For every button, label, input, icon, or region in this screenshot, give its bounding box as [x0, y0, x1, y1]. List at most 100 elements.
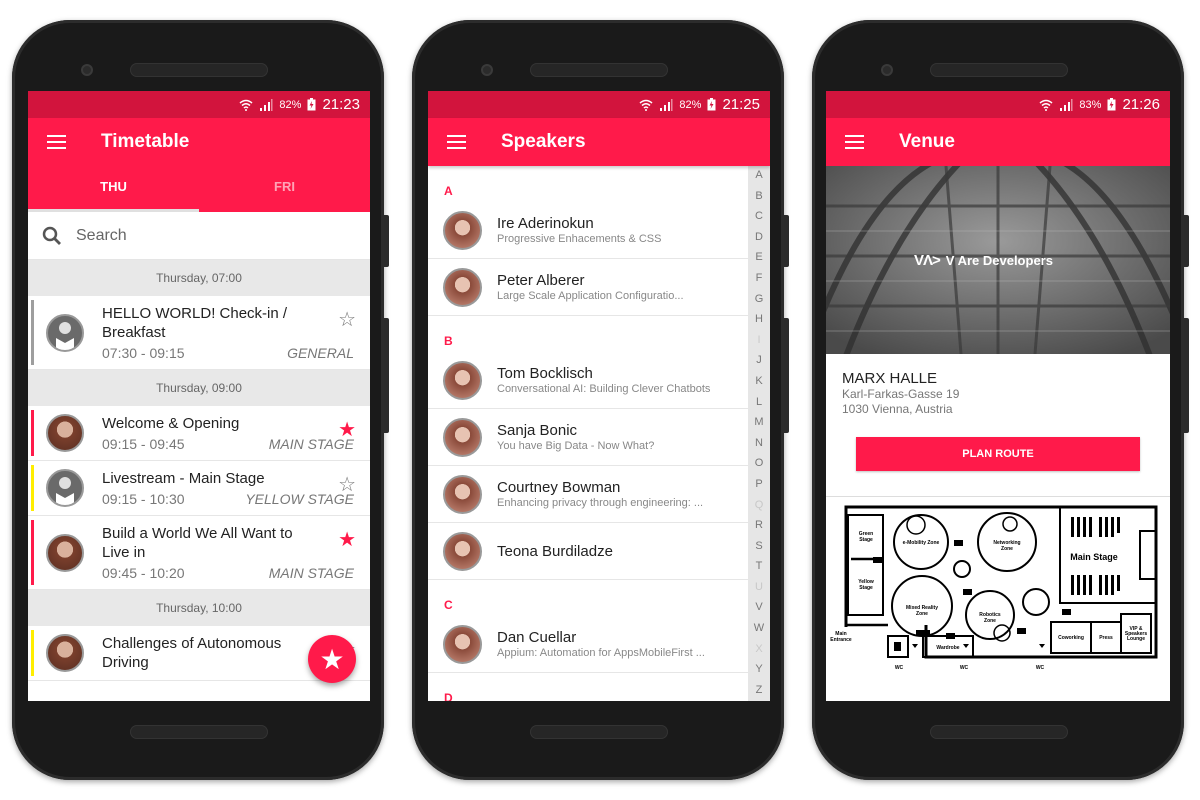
- index-letter[interactable]: H: [755, 313, 763, 325]
- speaker-avatar: [46, 414, 84, 452]
- volume-button: [1184, 318, 1189, 433]
- session-title: Livestream - Main Stage: [102, 470, 265, 487]
- svg-text:Wardrobe: Wardrobe: [936, 645, 959, 651]
- power-button: [384, 215, 389, 267]
- earpiece-speaker: [130, 63, 268, 77]
- speaker-name: Peter Alberer: [497, 272, 585, 289]
- phone-timetable: 82% 21:23 Timetable THU FRI Thursday, 07…: [12, 20, 389, 780]
- speaker-item[interactable]: Dan Cuellar Appium: Automation for AppsM…: [428, 616, 748, 673]
- svg-text:Lounge: Lounge: [1127, 636, 1145, 642]
- search-input[interactable]: [76, 226, 326, 245]
- speaker-item[interactable]: Courtney Bowman Enhancing privacy throug…: [428, 466, 748, 523]
- tab-thu[interactable]: THU: [28, 166, 199, 212]
- venue-city: 1030 Vienna, Austria: [842, 402, 953, 416]
- alphabet-index[interactable]: ABCDEFGHIJKLMNOPQRSTUVWXYZ: [748, 166, 770, 701]
- index-letter[interactable]: V: [755, 601, 762, 613]
- event-logo: VΛ> V Are Developers: [914, 252, 1053, 269]
- index-letter[interactable]: E: [755, 251, 762, 263]
- section-header: Thursday, 09:00: [28, 370, 370, 406]
- status-bar: 82% 21:23: [28, 91, 370, 118]
- session-item[interactable]: HELLO WORLD! Check-in / Breakfast 07:30 …: [28, 296, 370, 370]
- app-bar: Speakers: [428, 118, 770, 166]
- speaker-avatar: [443, 267, 482, 307]
- star-outline-icon[interactable]: ☆: [338, 475, 356, 495]
- avatar-placeholder: [46, 313, 84, 352]
- star-filled-icon[interactable]: ★: [338, 420, 356, 440]
- speaker-item[interactable]: Teona Burdiladze: [428, 523, 748, 580]
- svg-text:Stage: Stage: [859, 585, 873, 591]
- index-letter[interactable]: A: [755, 169, 762, 181]
- star-filled-icon[interactable]: ★: [338, 530, 356, 550]
- talk-title: Progressive Enhacements & CSS: [497, 233, 662, 245]
- talk-title: Enhancing privacy through engineering: .…: [497, 497, 704, 509]
- venue-hero-image: VΛ> V Are Developers: [826, 166, 1170, 354]
- wifi-icon: [639, 99, 653, 111]
- session-stage: MAIN STAGE: [268, 565, 354, 581]
- track-color-bar: [31, 410, 34, 456]
- clock: 21:25: [722, 96, 760, 113]
- venue-info: MARX HALLE Karl-Farkas-Gasse 19 1030 Vie…: [826, 354, 1170, 417]
- index-letter: U: [755, 580, 763, 593]
- favorites-fab[interactable]: ★: [308, 635, 356, 683]
- index-letter[interactable]: T: [756, 560, 763, 572]
- venue-name: MARX HALLE: [842, 370, 938, 387]
- page-title: Venue: [899, 131, 955, 152]
- star-outline-icon[interactable]: ☆: [338, 310, 356, 330]
- speaker-item[interactable]: Ire Aderinokun Progressive Enhacements &…: [428, 202, 748, 259]
- index-letter[interactable]: K: [755, 375, 762, 387]
- plan-route-button[interactable]: PLAN ROUTE: [856, 437, 1140, 471]
- index-letter[interactable]: Y: [755, 663, 762, 675]
- speaker-avatar: [443, 624, 482, 664]
- index-letter[interactable]: R: [755, 519, 763, 531]
- page-title: Timetable: [101, 131, 190, 152]
- index-letter[interactable]: W: [754, 622, 764, 634]
- index-letter[interactable]: L: [756, 396, 762, 408]
- svg-text:Zone: Zone: [916, 611, 928, 617]
- index-letter[interactable]: C: [755, 210, 763, 222]
- index-letter: X: [755, 642, 763, 655]
- front-camera: [881, 64, 893, 76]
- index-letter[interactable]: M: [754, 416, 763, 428]
- speaker-avatar: [46, 533, 84, 572]
- index-letter[interactable]: N: [755, 437, 763, 449]
- speaker-item[interactable]: Sanja Bonic You have Big Data - Now What…: [428, 409, 748, 466]
- tab-fri[interactable]: FRI: [199, 166, 370, 212]
- talk-title: You have Big Data - Now What?: [497, 440, 655, 452]
- menu-icon[interactable]: [826, 118, 882, 166]
- speaker-avatar: [443, 417, 482, 457]
- index-letter[interactable]: D: [755, 231, 763, 243]
- session-list: Thursday, 07:00 HELLO WORLD! Check-in / …: [28, 260, 370, 681]
- speaker-name: Courtney Bowman: [497, 479, 621, 496]
- index-letter[interactable]: F: [756, 272, 763, 284]
- index-letter[interactable]: B: [755, 190, 762, 202]
- section-header: Thursday, 10:00: [28, 590, 370, 626]
- track-color-bar: [31, 630, 34, 676]
- session-item[interactable]: Build a World We All Want to Live in 09:…: [28, 516, 370, 590]
- session-item[interactable]: Livestream - Main Stage 09:15 - 10:30 YEL…: [28, 461, 370, 516]
- speaker-name: Dan Cuellar: [497, 629, 577, 646]
- index-letter[interactable]: S: [755, 540, 762, 552]
- index-letter[interactable]: P: [755, 478, 762, 490]
- session-item[interactable]: Welcome & Opening 09:15 - 09:45 MAIN STAG…: [28, 406, 370, 461]
- svg-text:WC: WC: [1036, 665, 1045, 671]
- index-letter[interactable]: Z: [756, 684, 763, 696]
- venue-floor-map[interactable]: Green Stage Yellow Stage e-Mobility Zone N…: [826, 496, 1170, 701]
- battery-percent: 82%: [679, 98, 702, 111]
- signal-icon: [260, 98, 273, 111]
- speaker-item[interactable]: Peter Alberer Large Scale Application Co…: [428, 259, 748, 316]
- app-bar: Venue: [826, 118, 1170, 166]
- speaker-name: Teona Burdiladze: [497, 542, 613, 560]
- session-title: Challenges of Autonomous Driving: [102, 635, 282, 671]
- menu-icon[interactable]: [28, 118, 84, 166]
- svg-text:Coworking: Coworking: [1058, 635, 1084, 641]
- index-letter[interactable]: G: [755, 293, 764, 305]
- signal-icon: [1060, 98, 1073, 111]
- index-letter[interactable]: O: [755, 457, 764, 469]
- bottom-speaker: [530, 725, 668, 739]
- index-letter[interactable]: J: [756, 354, 762, 366]
- wifi-icon: [1039, 99, 1053, 111]
- talk-title: Appium: Automation for AppsMobileFirst .…: [497, 647, 705, 659]
- menu-icon[interactable]: [428, 118, 484, 166]
- letter-header: B: [444, 334, 453, 348]
- speaker-item[interactable]: Tom Bocklisch Conversational AI: Buildin…: [428, 352, 748, 409]
